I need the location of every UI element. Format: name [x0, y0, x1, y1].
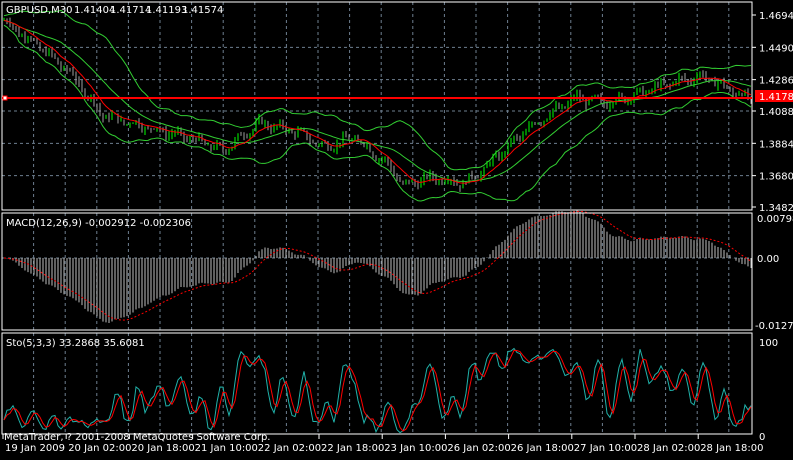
stochastic-tick-0: 0 [759, 432, 765, 443]
price-header: GBPUSD,M30 1.41404 1.41714 1.41193 1.415… [6, 5, 223, 16]
current-price-label: 1.41781 [759, 92, 793, 103]
time-tick-label: 19 Jan 2009 [5, 443, 65, 454]
time-tick-label: 26 Jan 18:00 [511, 443, 574, 454]
time-tick-label: 28 Jan 02:00 [637, 443, 700, 454]
price-tick-label: 1.38840 [759, 139, 793, 150]
stochastic-panel[interactable] [3, 347, 752, 434]
stochastic-main-line [3, 347, 752, 434]
time-tick-label: 27 Jan 10:00 [574, 443, 637, 454]
stochastic-tick-100: 100 [759, 338, 778, 349]
close-value: 1.41574 [182, 5, 223, 16]
time-tick-label: 22 Jan 18:00 [321, 443, 384, 454]
macd-title: MACD(12,26,9) -0.002912 -0.002306 [6, 218, 191, 229]
price-tick-label: 1.34820 [759, 203, 793, 214]
stochastic-title: Sto(5,3,3) 33.2868 35.6081 [6, 338, 145, 349]
chart-window[interactable]: GBPUSD,M30 1.41404 1.41714 1.41193 1.415… [0, 0, 793, 460]
macd-tick-bottom: -0.01273 [755, 321, 793, 332]
time-tick-label: 20 Jan 18:00 [131, 443, 194, 454]
price-tick-label: 1.36800 [759, 172, 793, 183]
price-tick-label: 1.42860 [759, 76, 793, 87]
price-panel-border [1, 1, 753, 211]
time-tick-label: 28 Jan 18:00 [700, 443, 763, 454]
time-tick-label: 22 Jan 02:00 [258, 443, 321, 454]
time-tick-label: 23 Jan 10:00 [384, 443, 447, 454]
moving-average-line [3, 19, 752, 184]
price-tick-label: 1.44900 [759, 43, 793, 54]
time-tick-label: 26 Jan 02:00 [447, 443, 510, 454]
macd-tick-top: 0.007984 [757, 214, 793, 225]
bollinger-middle-band [3, 19, 752, 183]
symbol-label: GBPUSD,M30 [6, 5, 73, 16]
time-tick-label: 21 Jan 10:00 [195, 443, 258, 454]
price-panel[interactable] [3, 9, 752, 202]
price-axis: 1.46940 1.44900 1.42860 1.40880 1.38840 1.368… [752, 11, 793, 214]
time-tick-label: 20 Jan 02:00 [68, 443, 131, 454]
copyright-text: MetaTrader, ? 2001-2008 MetaQuotes Softw… [4, 432, 270, 443]
macd-tick-zero: 0.00 [757, 254, 779, 265]
price-tick-label: 1.46940 [759, 11, 793, 22]
price-line-handle[interactable] [2, 95, 8, 101]
price-tick-label: 1.40880 [759, 107, 793, 118]
stochastic-signal-line [3, 349, 752, 432]
